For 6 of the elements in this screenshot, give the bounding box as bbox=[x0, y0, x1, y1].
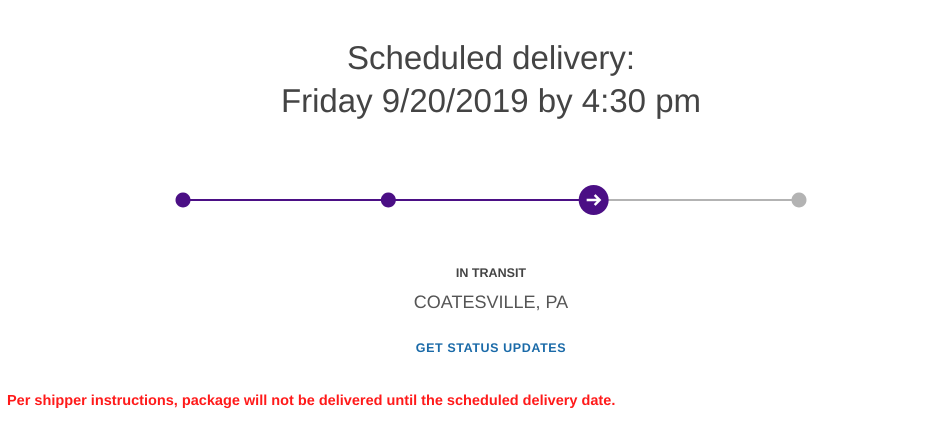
location-text: COATESVILLE, PA bbox=[414, 292, 568, 313]
delivery-heading: Scheduled delivery: bbox=[346, 38, 635, 78]
status-updates-link[interactable]: GET STATUS UPDATES bbox=[416, 341, 566, 355]
delivery-date: Friday 9/20/2019 by 4:30 pm bbox=[280, 81, 702, 121]
status-label: IN TRANSIT bbox=[456, 266, 526, 280]
shipper-notice: Per shipper instructions, package will not be delivered until the scheduled delivery date. bbox=[7, 393, 616, 409]
